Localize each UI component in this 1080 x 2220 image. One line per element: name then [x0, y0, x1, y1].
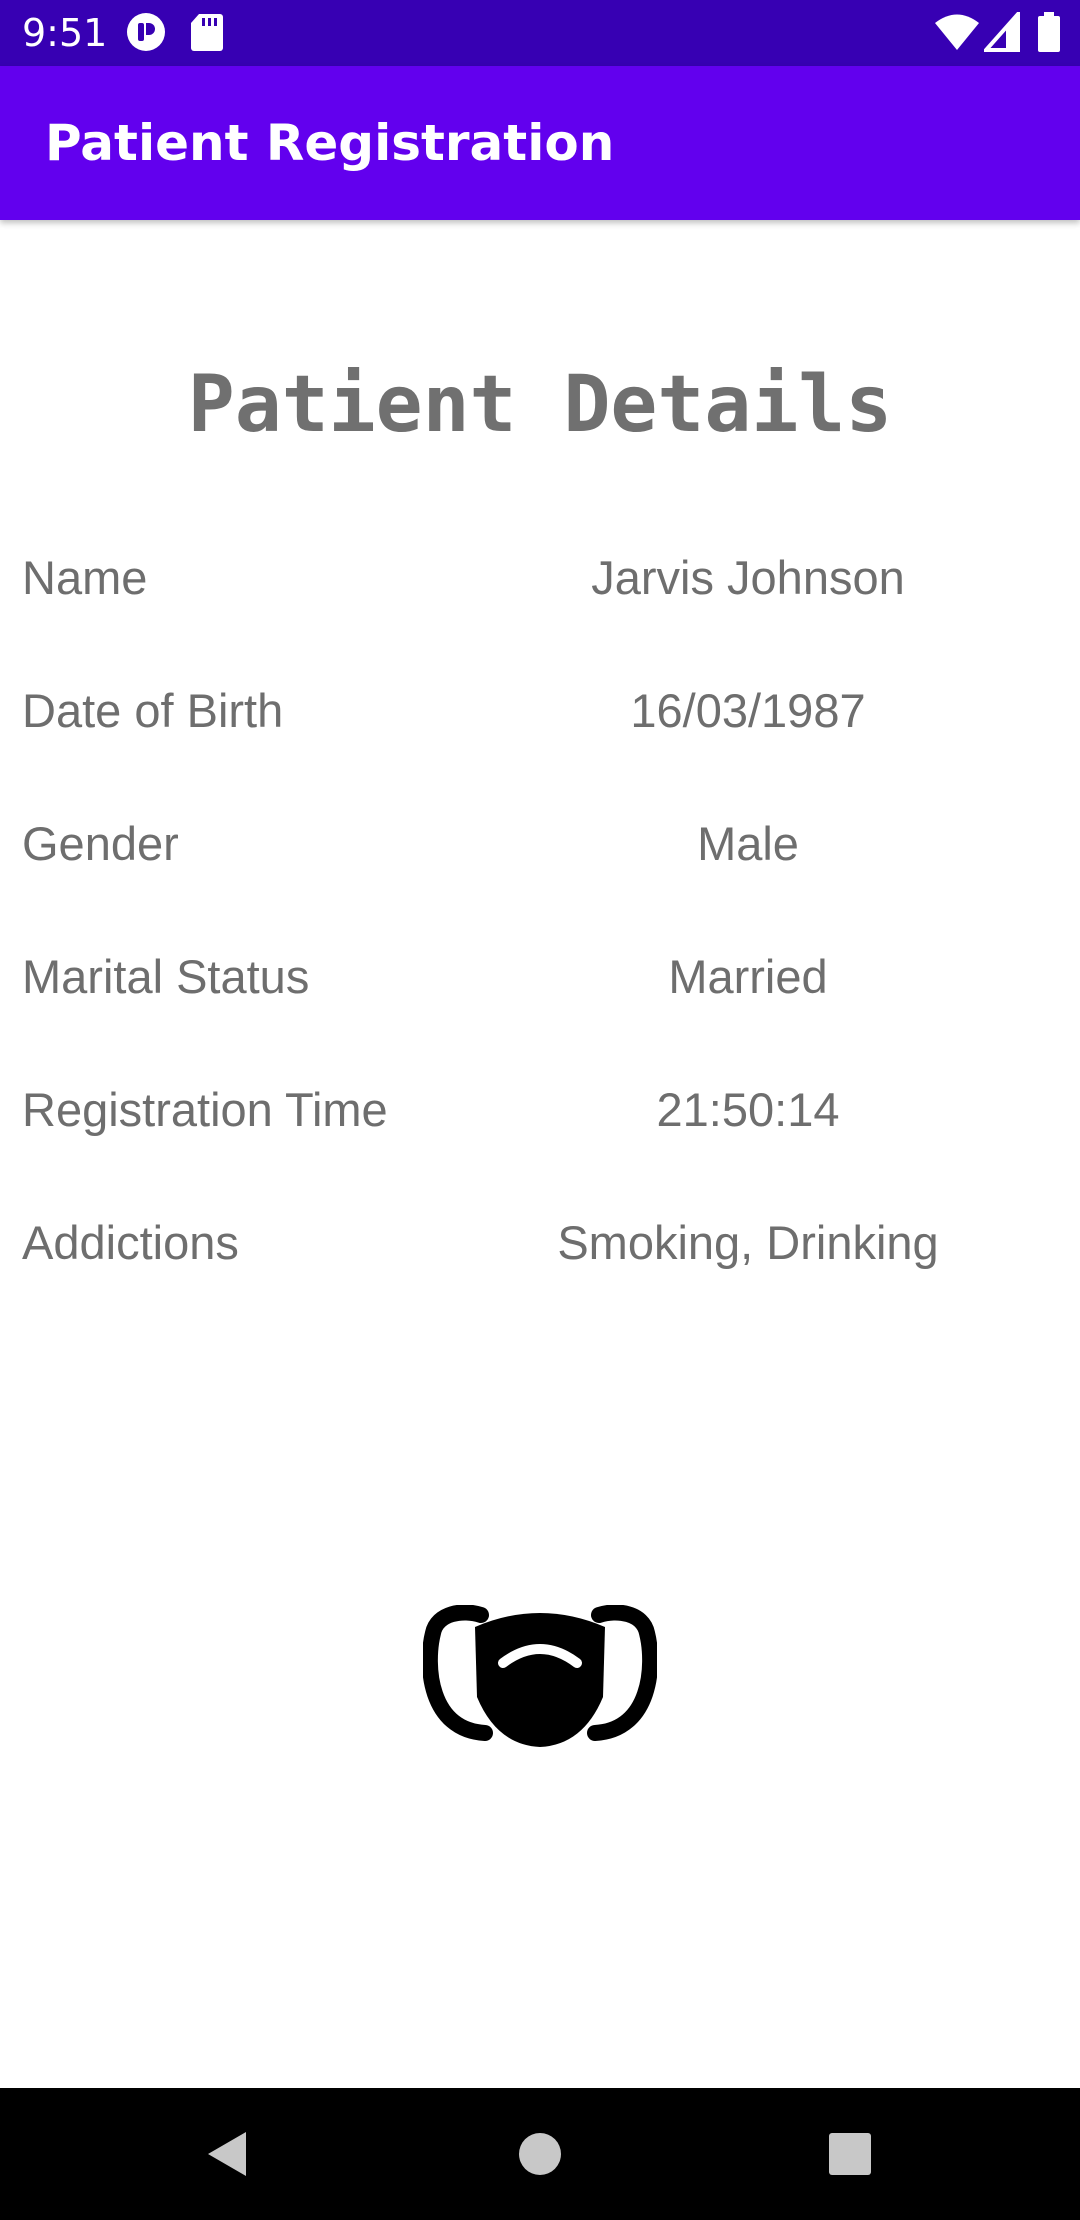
- notification-app-icon: [126, 12, 166, 57]
- detail-value: Smoking, Drinking: [557, 1216, 939, 1269]
- wifi-icon: [934, 12, 980, 57]
- detail-value: 16/03/1987: [630, 684, 866, 737]
- detail-label: Registration Time: [22, 1083, 388, 1136]
- detail-row-marital-status: Marital Status Married: [0, 937, 1080, 1017]
- detail-label: Marital Status: [22, 950, 310, 1003]
- page-title: Patient Details: [187, 360, 893, 450]
- recents-icon[interactable]: [820, 2124, 880, 2184]
- signal-icon: [981, 8, 1020, 57]
- detail-row-addictions: Addictions Smoking, Drinking: [0, 1203, 1080, 1283]
- back-icon[interactable]: [200, 2124, 260, 2184]
- status-bar: 9:51: [0, 0, 1080, 66]
- face-mask-icon: [421, 1604, 659, 1751]
- detail-row-registration-time: Registration Time 21:50:14: [0, 1070, 1080, 1150]
- status-time: 9:51: [22, 11, 108, 55]
- app-bar: Patient Registration: [0, 66, 1080, 220]
- detail-row-name: Name Jarvis Johnson: [0, 538, 1080, 618]
- detail-value: Jarvis Johnson: [591, 551, 905, 604]
- app-bar-title: Patient Registration: [45, 114, 615, 172]
- detail-row-gender: Gender Male: [0, 804, 1080, 884]
- sd-card-icon: [190, 12, 224, 57]
- battery-icon: [1038, 12, 1060, 57]
- home-icon[interactable]: [510, 2124, 570, 2184]
- detail-label: Gender: [22, 817, 179, 870]
- detail-row-date-of-birth: Date of Birth 16/03/1987: [0, 671, 1080, 751]
- detail-value: Married: [668, 950, 828, 1003]
- detail-value: Male: [697, 817, 799, 870]
- detail-label: Date of Birth: [22, 684, 284, 737]
- detail-value: 21:50:14: [656, 1083, 840, 1136]
- detail-label: Addictions: [22, 1216, 239, 1269]
- system-nav-bar: [0, 2088, 1080, 2220]
- detail-label: Name: [22, 551, 148, 604]
